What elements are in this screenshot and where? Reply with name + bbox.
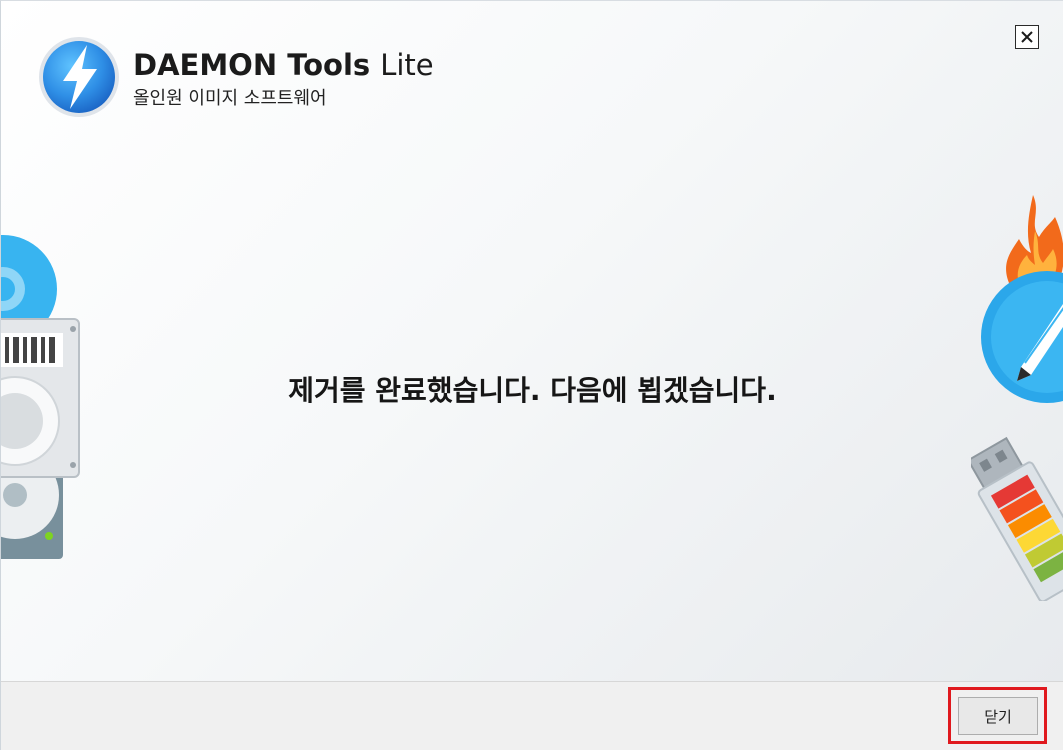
- decorative-left-art: [1, 235, 80, 559]
- usb-drive-icon: [971, 436, 1063, 601]
- footer-bar: [1, 681, 1063, 750]
- pencil-icon: [981, 271, 1063, 403]
- decorative-right-art: [971, 195, 1063, 601]
- flame-icon: [1006, 195, 1063, 283]
- app-subtitle: 올인원 이미지 소프트웨어: [133, 88, 327, 109]
- app-title: DAEMON Tools Lite: [133, 47, 434, 83]
- close-icon: [1021, 31, 1033, 43]
- hard-drive-icon: [1, 318, 80, 559]
- app-title-light: Lite: [380, 48, 434, 82]
- window-close-button[interactable]: [1015, 25, 1039, 49]
- app-title-bold: DAEMON Tools: [133, 48, 371, 82]
- uninstaller-window: DAEMON Tools Lite 올인원 이미지 소프트웨어 제거를 완료했습니…: [0, 0, 1063, 750]
- completion-message: 제거를 완료했습니다. 다음에 뵙겠습니다.: [288, 374, 777, 407]
- content-area: DAEMON Tools Lite 올인원 이미지 소프트웨어 제거를 완료했습니…: [1, 1, 1063, 681]
- close-dialog-button[interactable]: 닫기: [958, 697, 1038, 735]
- daemon-tools-logo-icon: [39, 37, 119, 117]
